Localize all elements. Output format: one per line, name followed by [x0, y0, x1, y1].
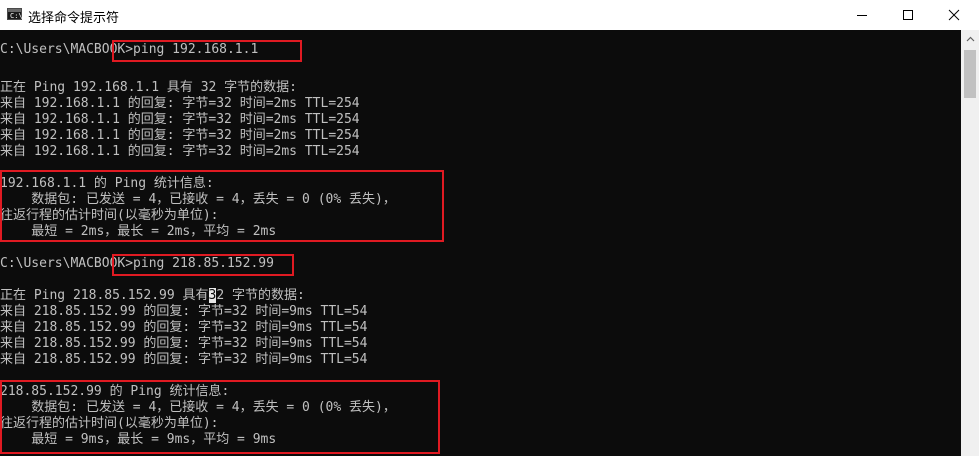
console-line: 来自 192.168.1.1 的回复: 字节=32 时间=2ms TTL=254	[0, 112, 360, 127]
minimize-icon	[857, 15, 867, 16]
maximize-button[interactable]	[885, 0, 931, 30]
scroll-thumb[interactable]	[964, 50, 976, 98]
minimize-button[interactable]	[839, 0, 885, 30]
close-button[interactable]	[931, 0, 977, 30]
vertical-scrollbar[interactable]	[961, 30, 979, 456]
title-bar: C:\ 选择命令提示符	[0, 0, 979, 30]
console-line: 来自 192.168.1.1 的回复: 字节=32 时间=2ms TTL=254	[0, 128, 360, 143]
close-icon	[948, 9, 960, 21]
command-highlight	[112, 254, 294, 276]
stats-highlight	[0, 380, 440, 454]
console-line: 来自 218.85.152.99 的回复: 字节=32 时间=9ms TTL=5…	[0, 320, 368, 335]
console-output[interactable]: C:\Users\MACBOOK>ping 192.168.1.1 正在 Pin…	[0, 30, 961, 456]
command-highlight	[112, 40, 302, 62]
scroll-up-button[interactable]	[961, 30, 979, 47]
console-line: 来自 192.168.1.1 的回复: 字节=32 时间=2ms TTL=254	[0, 96, 360, 111]
console-line: 来自 192.168.1.1 的回复: 字节=32 时间=2ms TTL=254	[0, 144, 360, 159]
console-line-text: 正在 Ping 218.85.152.99 具有	[0, 288, 209, 303]
console-line: 正在 Ping 192.168.1.1 具有 32 字节的数据:	[0, 80, 298, 95]
chevron-up-icon	[966, 36, 974, 41]
cmd-icon: C:\	[7, 8, 23, 20]
console-line-text: 2 字节的数据:	[216, 288, 305, 303]
console-line: 正在 Ping 218.85.152.99 具有32 字节的数据:	[0, 288, 305, 304]
console-line: 来自 218.85.152.99 的回复: 字节=32 时间=9ms TTL=5…	[0, 352, 368, 367]
stats-highlight	[0, 170, 444, 242]
console-line: 来自 218.85.152.99 的回复: 字节=32 时间=9ms TTL=5…	[0, 304, 368, 319]
console-line: 来自 218.85.152.99 的回复: 字节=32 时间=9ms TTL=5…	[0, 336, 368, 351]
maximize-icon	[903, 10, 913, 20]
window-title: 选择命令提示符	[28, 11, 120, 26]
